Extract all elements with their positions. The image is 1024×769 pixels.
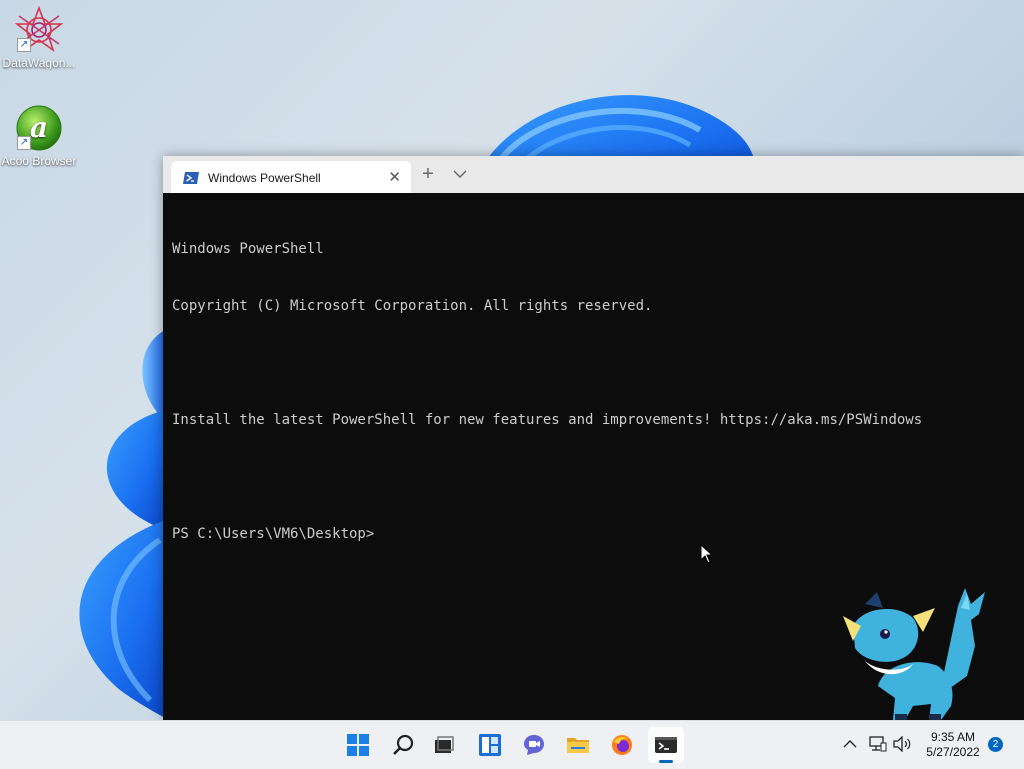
svg-text:a: a (30, 111, 48, 144)
desktop-icon-datawagon[interactable]: ↗ DataWagon... (0, 0, 78, 70)
new-tab-button[interactable]: + (417, 163, 439, 185)
clock-time: 9:35 AM (930, 730, 976, 744)
network-icon[interactable] (869, 736, 887, 752)
teams-chat-button[interactable] (516, 727, 552, 763)
firefox-icon (612, 735, 632, 755)
console-line: Windows PowerShell (172, 241, 324, 257)
console-line: Install the latest PowerShell for new fe… (172, 412, 923, 428)
clock-date: 5/27/2022 (926, 745, 980, 759)
search-icon (393, 734, 414, 755)
start-button[interactable] (340, 727, 376, 763)
task-view-button[interactable] (426, 727, 462, 763)
taskbar: 9:35 AM 5/27/2022 2 (0, 720, 1024, 769)
terminal-window[interactable]: Windows PowerShell ✕ + Windows PowerShel… (163, 156, 1024, 720)
console-output[interactable]: Windows PowerShell Copyright (C) Microso… (172, 202, 1014, 582)
firefox-button[interactable] (604, 727, 640, 763)
desktop-icon-label: Acoo Browser (1, 154, 77, 168)
acoo-browser-icon: a ↗ (15, 104, 63, 152)
console-prompt[interactable]: PS C:\Users\VM6\Desktop> (172, 525, 1014, 544)
tab-title: Windows PowerShell (208, 171, 321, 185)
shortcut-arrow-icon: ↗ (17, 38, 31, 52)
console-line: Copyright (C) Microsoft Corporation. All… (172, 298, 653, 314)
chevron-down-icon[interactable] (451, 165, 469, 183)
file-explorer-button[interactable] (560, 727, 596, 763)
datawagon-icon: ↗ (14, 5, 64, 54)
shortcut-arrow-icon: ↗ (17, 136, 31, 150)
volume-icon[interactable] (893, 736, 913, 752)
terminal-icon (655, 737, 677, 753)
desktop-icon-label: DataWagon... (2, 56, 76, 70)
chevron-up-icon[interactable] (843, 738, 857, 750)
notification-badge[interactable]: 2 (988, 737, 1003, 752)
terminal-taskbar-button[interactable] (648, 727, 684, 763)
start-icon (347, 734, 369, 756)
widgets-button[interactable] (472, 727, 508, 763)
desktop-pet-sprite (843, 588, 985, 720)
file-explorer-icon (567, 738, 589, 753)
search-button[interactable] (385, 727, 421, 763)
close-tab-icon[interactable]: ✕ (388, 168, 401, 186)
mouse-cursor-icon (700, 544, 714, 564)
powershell-icon (183, 171, 199, 184)
clock[interactable]: 9:35 AM 5/27/2022 (918, 730, 988, 760)
active-indicator (659, 760, 673, 763)
widgets-icon (479, 734, 501, 756)
task-view-icon (435, 736, 454, 753)
tab-windows-powershell[interactable]: Windows PowerShell ✕ (171, 161, 411, 193)
teams-chat-icon (524, 735, 544, 755)
desktop-icon-acoo-browser[interactable]: a ↗ Acoo Browser (0, 98, 78, 168)
terminal-titlebar[interactable]: Windows PowerShell ✕ + (163, 156, 1024, 193)
